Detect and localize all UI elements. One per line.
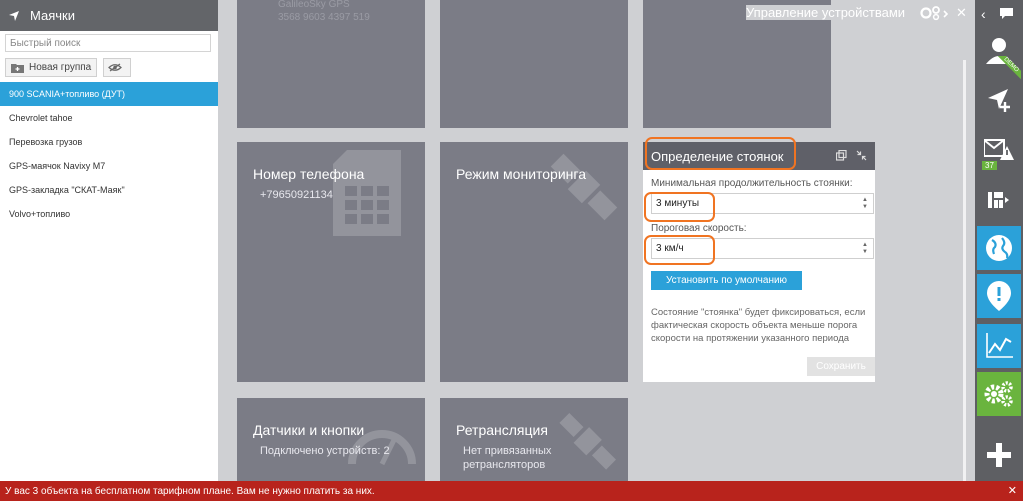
sensors-tile-title: Датчики и кнопки: [253, 422, 365, 438]
sensors-count: Подключено устройств: 2: [260, 445, 390, 457]
eye-off-icon: [107, 63, 122, 72]
line-chart-icon: [986, 333, 1013, 358]
device-tile-2[interactable]: [440, 0, 628, 128]
user-profile-button[interactable]: DEMO: [977, 28, 1021, 80]
objects-list: 900 SCANIA+топливо (ДУТ) Chevrolet tahoe…: [0, 82, 218, 226]
demo-ribbon: DEMO: [997, 56, 1021, 80]
relay-satellite-icon: [559, 413, 616, 470]
sidebar-header: Маячки: [0, 0, 218, 31]
mail-alert-icon: [984, 139, 1014, 160]
chat-icon[interactable]: [999, 7, 1013, 20]
navigation-add-icon: [988, 89, 1010, 112]
sensors-tile[interactable]: Датчики и кнопки Подключено устройств: 2: [237, 398, 425, 481]
speed-threshold-stepper[interactable]: 3 км/ч ▲ ▼: [651, 238, 874, 259]
list-item[interactable]: Перевозка грузов: [0, 130, 218, 154]
folder-plus-icon: [11, 63, 24, 73]
parking-panel-header: Определение стоянок: [643, 142, 875, 170]
list-item[interactable]: 900 SCANIA+топливо (ДУТ): [0, 82, 218, 106]
sidebar-title: Маячки: [30, 8, 75, 23]
save-button[interactable]: Сохранить: [807, 357, 875, 376]
phone-number-tile[interactable]: Номер телефона +79650921134: [237, 142, 425, 382]
device-settings-button[interactable]: [977, 372, 1021, 416]
device-info-tile[interactable]: GalileoSky GPS 3568 9603 4397 519: [237, 0, 425, 128]
dashboard-button[interactable]: [977, 178, 1021, 222]
right-toolbar: ‹ DEMO 37: [975, 0, 1023, 481]
relay-status: Нет привязанных ретрансляторов: [463, 444, 551, 472]
parking-detection-panel: Определение стоянок Минимальная продолжи…: [643, 142, 875, 382]
speed-threshold-label: Пороговая скорость:: [651, 223, 747, 234]
sim-card-icon: [333, 150, 401, 236]
list-item[interactable]: Chevrolet tahoe: [0, 106, 218, 130]
device-manager-title: Управление устройствами: [746, 5, 912, 20]
plus-icon: [987, 443, 1011, 467]
min-duration-label: Минимальная продолжительность стоянки:: [651, 178, 853, 189]
gears-icon[interactable]: [919, 5, 949, 21]
parking-description: Состояние "стоянка" будет фиксироваться,…: [651, 307, 866, 344]
collapse-icon[interactable]: [856, 150, 867, 161]
toolbar-top: ‹: [975, 0, 1023, 27]
add-button[interactable]: [977, 433, 1021, 477]
satellite-icon: [550, 153, 618, 221]
phone-number: +79650921134: [260, 189, 333, 201]
globe-icon: [986, 235, 1012, 261]
list-item[interactable]: Volvo+топливо: [0, 202, 218, 226]
main-scrollbar[interactable]: [963, 60, 966, 481]
monitoring-tile-title: Режим мониторинга: [456, 166, 586, 182]
device-model: GalileoSky GPS: [278, 0, 350, 10]
list-item[interactable]: GPS-маячок Navixy M7: [0, 154, 218, 178]
min-duration-stepper[interactable]: 3 минуты ▲ ▼: [651, 193, 874, 214]
location-pin-icon: [987, 281, 1011, 311]
sidebar-actions: Новая группа: [0, 52, 218, 82]
dashboard-icon: [988, 192, 1009, 208]
speed-threshold-value: 3 км/ч: [656, 243, 684, 254]
reports-button[interactable]: [977, 324, 1021, 368]
add-tracker-button[interactable]: [977, 78, 1021, 122]
objects-sidebar: Маячки Новая группа 900 SCANIA+топливо (…: [0, 0, 218, 481]
relay-tile-title: Ретрансляция: [456, 422, 548, 438]
chevron-left-icon[interactable]: ‹: [981, 6, 986, 22]
alerts-button[interactable]: 37: [977, 128, 1021, 172]
monitoring-mode-tile[interactable]: Режим мониторинга: [440, 142, 628, 382]
list-item[interactable]: GPS-закладка "СКАТ-Маяк": [0, 178, 218, 202]
new-group-label: Новая группа: [29, 62, 92, 73]
close-icon[interactable]: ✕: [956, 5, 967, 21]
gears-icon: [984, 381, 1013, 407]
spinner-arrows-icon[interactable]: ▲ ▼: [862, 242, 868, 256]
relay-tile[interactable]: Ретрансляция Нет привязанных ретранслято…: [440, 398, 628, 481]
free-plan-notice: У вас 3 объекта на бесплатном тарифном п…: [0, 481, 1023, 501]
navigation-arrow-icon: [9, 10, 19, 21]
gauge-icon: [348, 430, 416, 466]
set-default-button[interactable]: Установить по умолчанию: [651, 271, 802, 290]
quick-search-input[interactable]: [5, 34, 211, 52]
copy-settings-icon[interactable]: [836, 150, 847, 161]
notice-text: У вас 3 объекта на бесплатном тарифном п…: [5, 485, 375, 497]
messages-count-badge: 37: [982, 161, 997, 170]
device-management-area: GalileoSky GPS 3568 9603 4397 519 Управл…: [218, 0, 975, 481]
new-group-button[interactable]: Новая группа: [5, 58, 98, 77]
device-imei: 3568 9603 4397 519: [278, 12, 370, 23]
spinner-arrows-icon[interactable]: ▲ ▼: [862, 197, 868, 211]
places-button[interactable]: [977, 274, 1021, 318]
close-icon[interactable]: ✕: [1008, 484, 1017, 497]
toggle-visibility-button[interactable]: [103, 58, 132, 77]
relay-status-line-2: ретрансляторов: [463, 459, 546, 471]
min-duration-value: 3 минуты: [656, 198, 700, 209]
phone-tile-title: Номер телефона: [253, 166, 365, 182]
parking-panel-title: Определение стоянок: [651, 148, 784, 164]
relay-status-line-1: Нет привязанных: [463, 445, 552, 457]
map-button[interactable]: [977, 226, 1021, 270]
